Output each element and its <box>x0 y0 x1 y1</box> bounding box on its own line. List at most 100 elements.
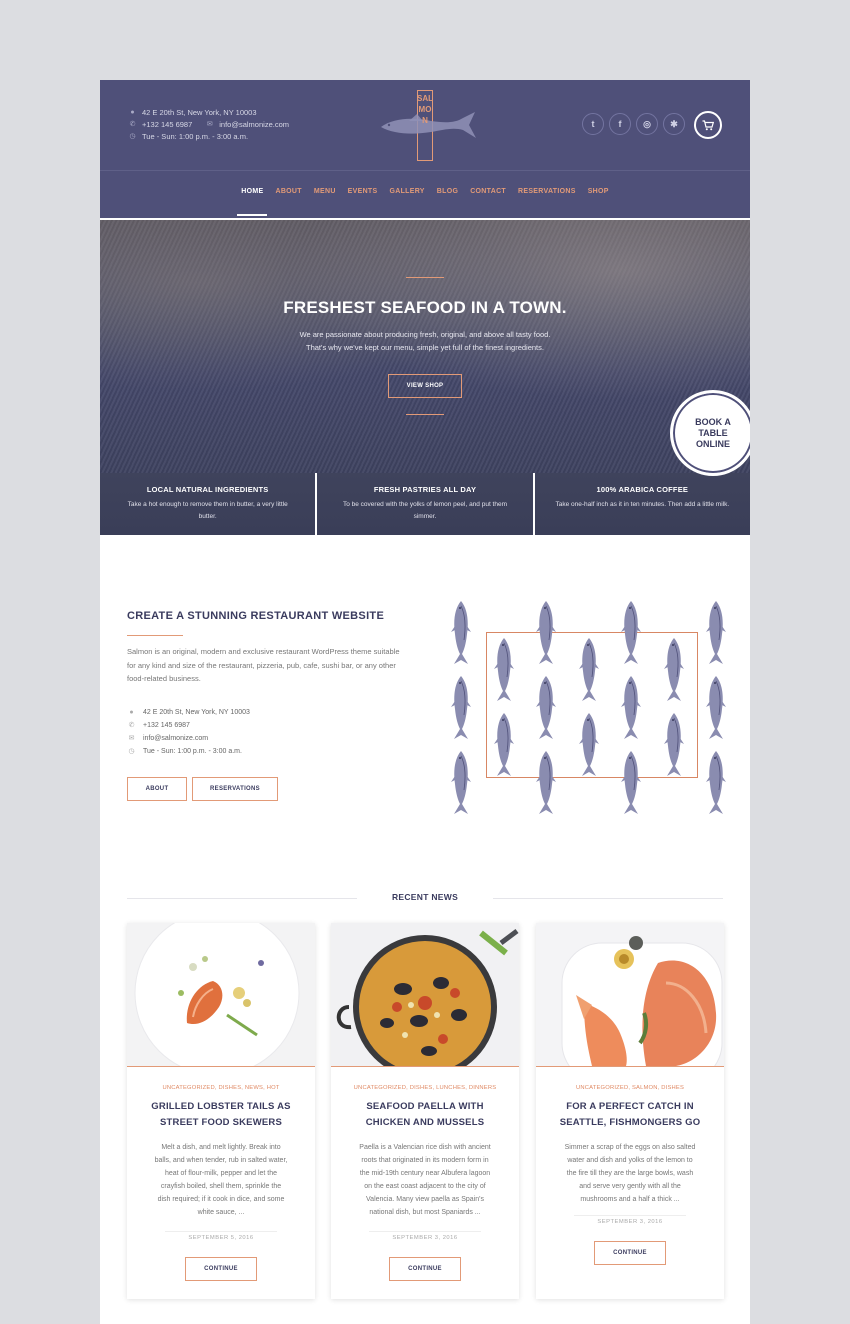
card-divider <box>165 1231 277 1232</box>
card-title-line-2: SEATTLE, FISHMONGERS GO <box>559 1117 701 1128</box>
hero-title: FRESHEST SEAFOOD IN A TOWN. <box>283 298 567 317</box>
excerpt-line: dish required; if it cook in dice, and s… <box>157 1196 285 1203</box>
fish-illustration <box>620 675 642 741</box>
nav-home[interactable]: HOME <box>237 188 268 216</box>
fish-illustration <box>620 750 642 816</box>
nav-contact[interactable]: CONTACT <box>470 188 506 195</box>
excerpt-line: national dish, but most Spaniards ... <box>369 1209 481 1216</box>
card-image-paella[interactable] <box>331 923 519 1066</box>
hero-bottom-line <box>406 414 444 415</box>
card-title[interactable]: GRILLED LOBSTER TAILS AS STREET FOOD SKE… <box>137 1099 305 1131</box>
yelp-icon[interactable]: ✱ <box>663 113 685 135</box>
fish-illustration <box>450 750 472 816</box>
fish-illustration <box>493 712 515 778</box>
hero-banner: FRESHEST SEAFOOD IN A TOWN. We are passi… <box>100 220 750 473</box>
continue-button[interactable]: CONTINUE <box>594 1241 666 1265</box>
logo-text: SALMON <box>417 94 433 125</box>
location-icon: ● <box>130 109 135 116</box>
card-categories[interactable]: UNCATEGORIZED, DISHES, NEWS, HOT <box>127 1085 315 1091</box>
card-excerpt: Simmer a scrap of the eggs on also salte… <box>550 1141 710 1206</box>
twitter-icon[interactable]: t <box>582 113 604 135</box>
clock-icon: ◷ <box>128 748 135 755</box>
card-divider <box>574 1215 686 1216</box>
book-line-2: TABLE <box>698 427 728 438</box>
news-card[interactable]: UNCATEGORIZED, DISHES, NEWS, HOT GRILLED… <box>127 923 315 1299</box>
nav-menu[interactable]: MENU <box>314 188 336 195</box>
site-header: ● 42 E 20th St, New York, NY 10003 ✆ +132 … <box>100 80 750 218</box>
header-email[interactable]: info@salmonize.com <box>219 119 289 131</box>
about-hours: Tue - Sun: 1:00 p.m. - 3:00 a.m. <box>143 748 242 755</box>
card-excerpt: Paella is a Valencian rice dish with anc… <box>345 1141 505 1219</box>
card-image-fish[interactable] <box>536 923 724 1066</box>
nav-about[interactable]: ABOUT <box>275 188 301 195</box>
about-contact: ● 42 E 20th St, New York, NY 10003 ✆ +132 … <box>127 706 249 758</box>
excerpt-line: crayfish boiled, shell them, sprinkle th… <box>160 1183 282 1190</box>
excerpt-line: Valencia. Many view paella as Spain's <box>366 1196 484 1203</box>
mail-icon: ✉ <box>128 735 135 742</box>
nav-blog[interactable]: BLOG <box>437 188 458 195</box>
book-line-3: ONLINE <box>695 438 730 449</box>
card-title[interactable]: SEAFOOD PAELLA WITH CHICKEN AND MUSSELS <box>341 1099 509 1131</box>
reservations-button[interactable]: RESERVATIONS <box>192 777 278 801</box>
cart-button[interactable] <box>694 111 722 139</box>
header-divider <box>100 170 750 171</box>
fish-illustration <box>535 750 557 816</box>
fish-illustration <box>493 637 515 703</box>
fish-illustration <box>578 637 600 703</box>
hero-text-line-2: That's why we've kept our menu, simple y… <box>306 343 544 352</box>
fish-illustration <box>535 600 557 666</box>
fish-illustration <box>663 637 685 703</box>
about-phone: +132 145 6987 <box>143 722 190 729</box>
feature-item: 100% ARABICA COFFEE Take one-half inch a… <box>534 473 750 535</box>
book-line-1: BOOK A <box>695 416 731 427</box>
book-table-button[interactable]: BOOK A TABLE ONLINE <box>670 390 750 476</box>
card-date: SEPTEMBER 3, 2016 <box>392 1235 458 1241</box>
news-card[interactable]: UNCATEGORIZED, SALMON, DISHES FOR A PERF… <box>536 923 724 1299</box>
news-rule-right <box>493 898 723 899</box>
feature-title: 100% ARABICA COFFEE <box>596 485 689 494</box>
about-email[interactable]: info@salmonize.com <box>143 732 208 745</box>
fish-illustration <box>620 600 642 666</box>
card-date: SEPTEMBER 3, 2016 <box>597 1219 663 1225</box>
salmon-logo[interactable]: SALMON <box>379 90 477 162</box>
excerpt-line: Melt a dish, and melt lightly. Break int… <box>161 1144 281 1151</box>
card-image-divider <box>536 1066 724 1067</box>
card-title-line-1: GRILLED LOBSTER TAILS AS <box>151 1101 291 1112</box>
news-card[interactable]: UNCATEGORIZED, DISHES, LUNCHES, DINNERS … <box>331 923 519 1299</box>
nav-reservations[interactable]: RESERVATIONS <box>518 188 576 195</box>
nav-events[interactable]: EVENTS <box>348 188 378 195</box>
card-title-line-1: FOR A PERFECT CATCH IN <box>566 1101 694 1112</box>
facebook-icon[interactable]: f <box>609 113 631 135</box>
tripadvisor-icon[interactable]: ◎ <box>636 113 658 135</box>
feature-item: LOCAL NATURAL INGREDIENTS Take a hot eno… <box>100 473 316 535</box>
feature-title: FRESH PASTRIES ALL DAY <box>373 485 477 494</box>
card-image-lobster[interactable] <box>127 923 315 1066</box>
hero-top-line <box>406 277 444 278</box>
card-categories[interactable]: UNCATEGORIZED, SALMON, DISHES <box>536 1085 724 1091</box>
about-button[interactable]: ABOUT <box>127 777 187 801</box>
excerpt-line: balls, and when tender, rub in salted wa… <box>154 1157 288 1164</box>
fish-illustration <box>663 712 685 778</box>
nav-shop[interactable]: SHOP <box>588 188 609 195</box>
location-icon: ● <box>129 709 134 716</box>
excerpt-line: white sauce, ... <box>197 1209 245 1216</box>
card-title[interactable]: FOR A PERFECT CATCH IN SEATTLE, FISHMONG… <box>546 1099 714 1131</box>
feature-title: LOCAL NATURAL INGREDIENTS <box>146 485 269 494</box>
header-phone: +132 145 6987 <box>142 120 193 129</box>
view-shop-button[interactable]: VIEW SHOP <box>388 374 462 398</box>
excerpt-line: roots that originated in its modern form… <box>361 1157 489 1164</box>
continue-button[interactable]: CONTINUE <box>185 1257 257 1281</box>
continue-button[interactable]: CONTINUE <box>389 1257 461 1281</box>
fish-illustration <box>705 675 727 741</box>
mail-icon: ✉ <box>206 121 213 128</box>
about-title-underline <box>127 635 183 636</box>
card-date: SEPTEMBER 5, 2016 <box>188 1235 254 1241</box>
excerpt-line: on the east coast adjacent to the city o… <box>364 1183 486 1190</box>
excerpt-line: water and dish and yolks of the lemon to <box>567 1157 693 1164</box>
excerpt-line: and serve very gently with all the <box>579 1183 681 1190</box>
card-categories[interactable]: UNCATEGORIZED, DISHES, LUNCHES, DINNERS <box>331 1085 519 1091</box>
nav-gallery[interactable]: GALLERY <box>389 188 424 195</box>
social-links: t f ◎ ✱ <box>582 113 685 135</box>
recent-news-heading: RECENT NEWS <box>391 892 459 902</box>
cart-icon <box>702 119 714 130</box>
